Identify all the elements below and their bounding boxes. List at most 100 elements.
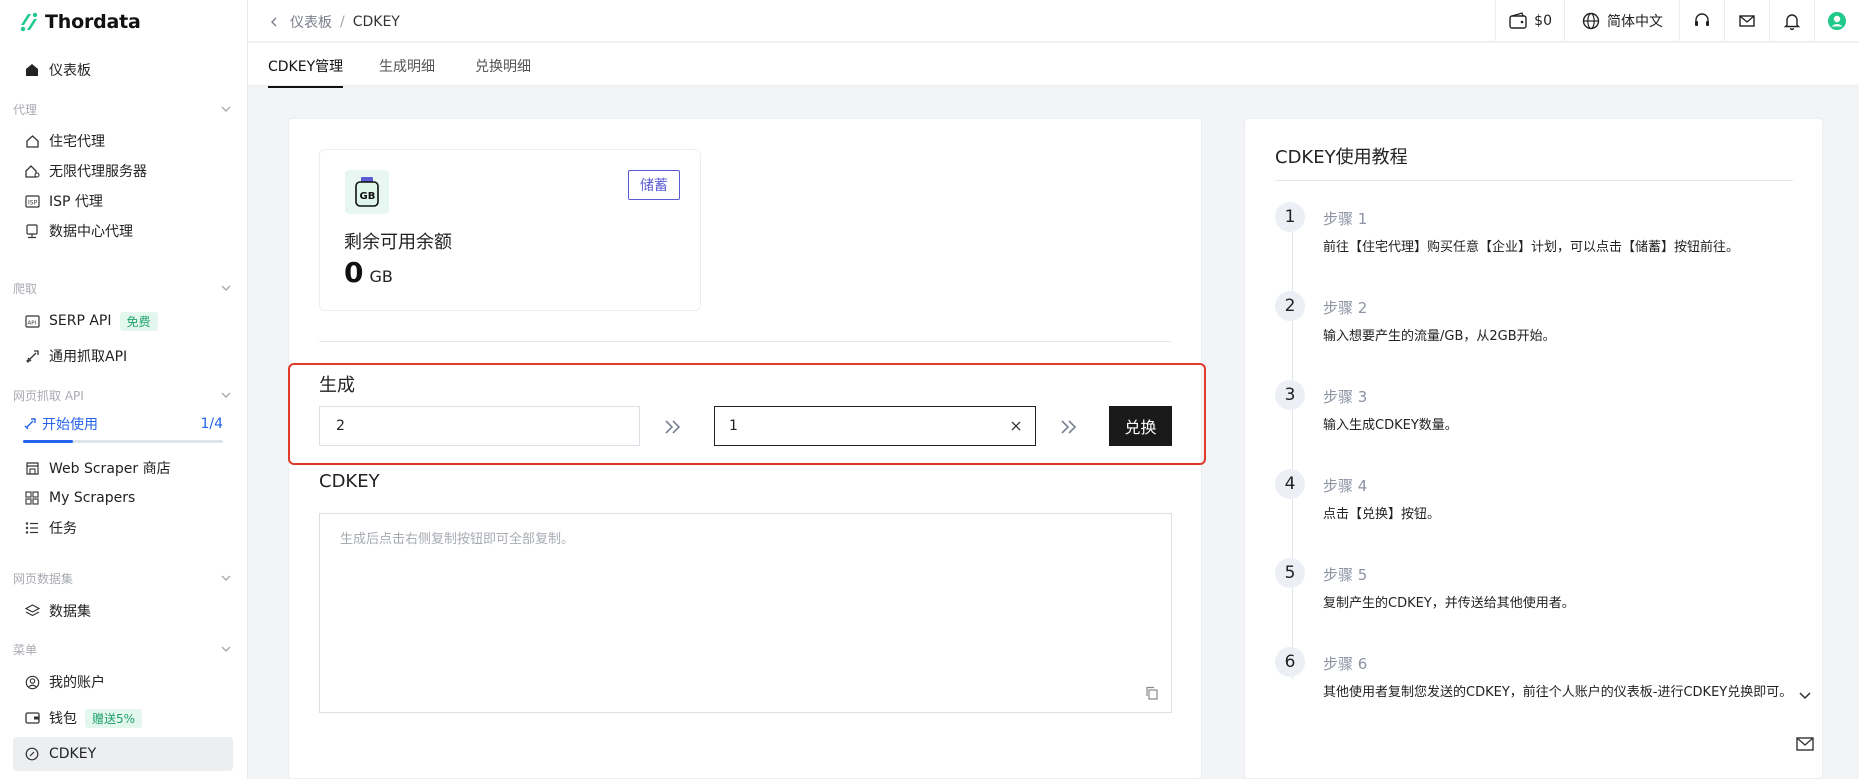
support-button[interactable] [1679, 0, 1724, 42]
sidebar-item-label: 我的账户 [49, 675, 105, 691]
step-number: 1 [1275, 202, 1305, 232]
sidebar-item-cdkey[interactable]: CDKEY [13, 737, 233, 771]
logo[interactable]: Thordata [18, 8, 141, 36]
traffic-amount-input[interactable] [319, 406, 640, 446]
sidebar-item-serp[interactable]: API SERP API 免费 [13, 304, 233, 338]
step-description: 输入生成CDKEY数量。 [1323, 418, 1458, 433]
grid-icon [23, 489, 41, 507]
tab-generate-details[interactable]: 生成明细 [379, 56, 435, 76]
balance-button[interactable]: $0 [1495, 0, 1564, 42]
group-label: 菜单 [13, 642, 38, 657]
step-number: 4 [1275, 469, 1305, 499]
avatar-icon [1828, 12, 1846, 30]
step-number: 6 [1275, 647, 1305, 677]
topbar: 仪表板 / CDKEY $0 简体中文 [248, 0, 1859, 42]
wallet-icon [1509, 12, 1527, 29]
get-started-bar-fill [23, 440, 73, 443]
generate-title: 生成 [319, 375, 355, 396]
breadcrumb-parent[interactable]: 仪表板 [290, 12, 332, 32]
sidebar-item-label: 无限代理服务器 [49, 164, 147, 180]
language-label: 简体中文 [1607, 14, 1663, 30]
balance-label: 剩余可用余额 [344, 232, 452, 253]
language-selector[interactable]: 简体中文 [1564, 0, 1679, 42]
headset-icon [1695, 13, 1709, 26]
clear-icon[interactable] [1009, 419, 1023, 433]
sidebar-group-menu[interactable]: 菜单 [13, 638, 233, 660]
divider [319, 341, 1171, 342]
cdkey-count-input[interactable] [715, 407, 995, 445]
chevron-down-icon [221, 392, 231, 398]
sidebar-item-label: 数据集 [49, 604, 91, 620]
sidebar-item-wallet[interactable]: 钱包 赠送5% [13, 701, 233, 735]
step-title: 步骤 3 [1323, 388, 1368, 406]
messages-button[interactable] [1724, 0, 1769, 42]
notifications-button[interactable] [1769, 0, 1814, 42]
group-label: 爬取 [13, 281, 38, 296]
sidebar-item-datacenter[interactable]: 数据中心代理 [13, 214, 233, 248]
user-circle-icon [23, 673, 41, 691]
chevron-down-icon [221, 646, 231, 652]
sidebar-group-scrape[interactable]: 爬取 [13, 277, 233, 299]
sidebar-item-dataset[interactable]: 数据集 [13, 594, 233, 628]
double-chevron-right-icon [1061, 420, 1077, 434]
tutorial-title: CDKEY使用教程 [1275, 147, 1408, 168]
gb-jar-icon: GB [345, 170, 389, 214]
step-description: 输入想要产生的流量/GB，从2GB开始。 [1323, 329, 1556, 344]
topbar-tools: $0 简体中文 [1495, 0, 1859, 42]
list-icon [23, 519, 41, 537]
redeem-button[interactable]: 兑换 [1109, 406, 1172, 446]
sidebar-item-account[interactable]: 我的账户 [13, 665, 233, 699]
breadcrumb-current: CDKEY [352, 14, 400, 30]
sidebar-item-universal[interactable]: 通用抓取API [13, 339, 233, 373]
bonus-badge: 赠送5% [85, 708, 143, 728]
sidebar-item-my-scrapers[interactable]: My Scrapers [13, 481, 233, 515]
cdkey-placeholder: 生成后点击右侧复制按钮即可全部复制。 [340, 532, 575, 547]
rocket-icon [23, 347, 41, 365]
sidebar-item-isp[interactable]: ISP ISP 代理 [13, 184, 233, 218]
cdkey-output-area[interactable]: 生成后点击右侧复制按钮即可全部复制。 [319, 513, 1172, 713]
step-number: 2 [1275, 291, 1305, 321]
sidebar-group-dataset[interactable]: 网页数据集 [13, 567, 233, 589]
tab-cdkey-management[interactable]: CDKEY管理 [268, 56, 344, 88]
step-title: 步骤 5 [1323, 566, 1368, 584]
balance-unit: GB [369, 267, 393, 286]
tab-redeem-details[interactable]: 兑换明细 [475, 56, 531, 76]
chevron-down-icon [221, 106, 231, 112]
sidebar-item-label: 钱包 [49, 711, 77, 727]
sidebar-item-tasks[interactable]: 任务 [13, 511, 233, 545]
balance-card: GB 储蓄 剩余可用余额 0 GB [319, 149, 701, 311]
sidebar-item-label: 通用抓取API [49, 349, 128, 365]
get-started-progress[interactable]: 开始使用 1/4 [23, 414, 223, 443]
tutorial-divider [1275, 180, 1793, 181]
isp-icon: ISP [23, 192, 41, 210]
sidebar-item-label: My Scrapers [49, 490, 136, 506]
step-description: 前往【住宅代理】购买任意【企业】计划，可以点击【储蓄】按钮前往。 [1323, 240, 1740, 255]
bell-icon [1783, 14, 1801, 31]
store-button[interactable]: 储蓄 [628, 170, 680, 200]
sidebar-item-dashboard[interactable]: 仪表板 [13, 53, 233, 87]
cdkey-count-field [714, 406, 1036, 446]
sidebar-item-store[interactable]: Web Scraper 商店 [13, 451, 233, 485]
avatar-button[interactable] [1814, 0, 1859, 42]
group-label: 代理 [13, 102, 38, 117]
house-outline-icon [23, 132, 41, 150]
get-started-label: 开始使用 [42, 417, 98, 433]
chevron-left-icon[interactable] [268, 16, 280, 28]
mail-icon[interactable] [1794, 733, 1816, 755]
sidebar-item-unlimited[interactable]: 无限代理服务器 [13, 154, 233, 188]
sidebar: Thordata 仪表板 代理 住宅代理 无限代理服务器 ISP ISP 代理 … [0, 0, 248, 779]
double-chevron-right-icon [665, 420, 681, 434]
copy-icon[interactable] [1145, 686, 1159, 700]
thordata-logo-icon [20, 12, 38, 32]
coin-icon [23, 745, 41, 763]
svg-text:ISP: ISP [28, 199, 38, 206]
chevron-down-icon[interactable] [1794, 684, 1816, 706]
sidebar-group-proxy[interactable]: 代理 [13, 98, 233, 120]
sidebar-item-residential[interactable]: 住宅代理 [13, 124, 233, 158]
home-icon [23, 61, 41, 79]
sidebar-group-webapi[interactable]: 网页抓取 API [13, 384, 233, 406]
brand-name: Thordata [45, 11, 141, 33]
step-number: 5 [1275, 558, 1305, 588]
step-description: 点击【兑换】按钮。 [1323, 507, 1441, 522]
balance-value: 0 GB [344, 256, 393, 289]
